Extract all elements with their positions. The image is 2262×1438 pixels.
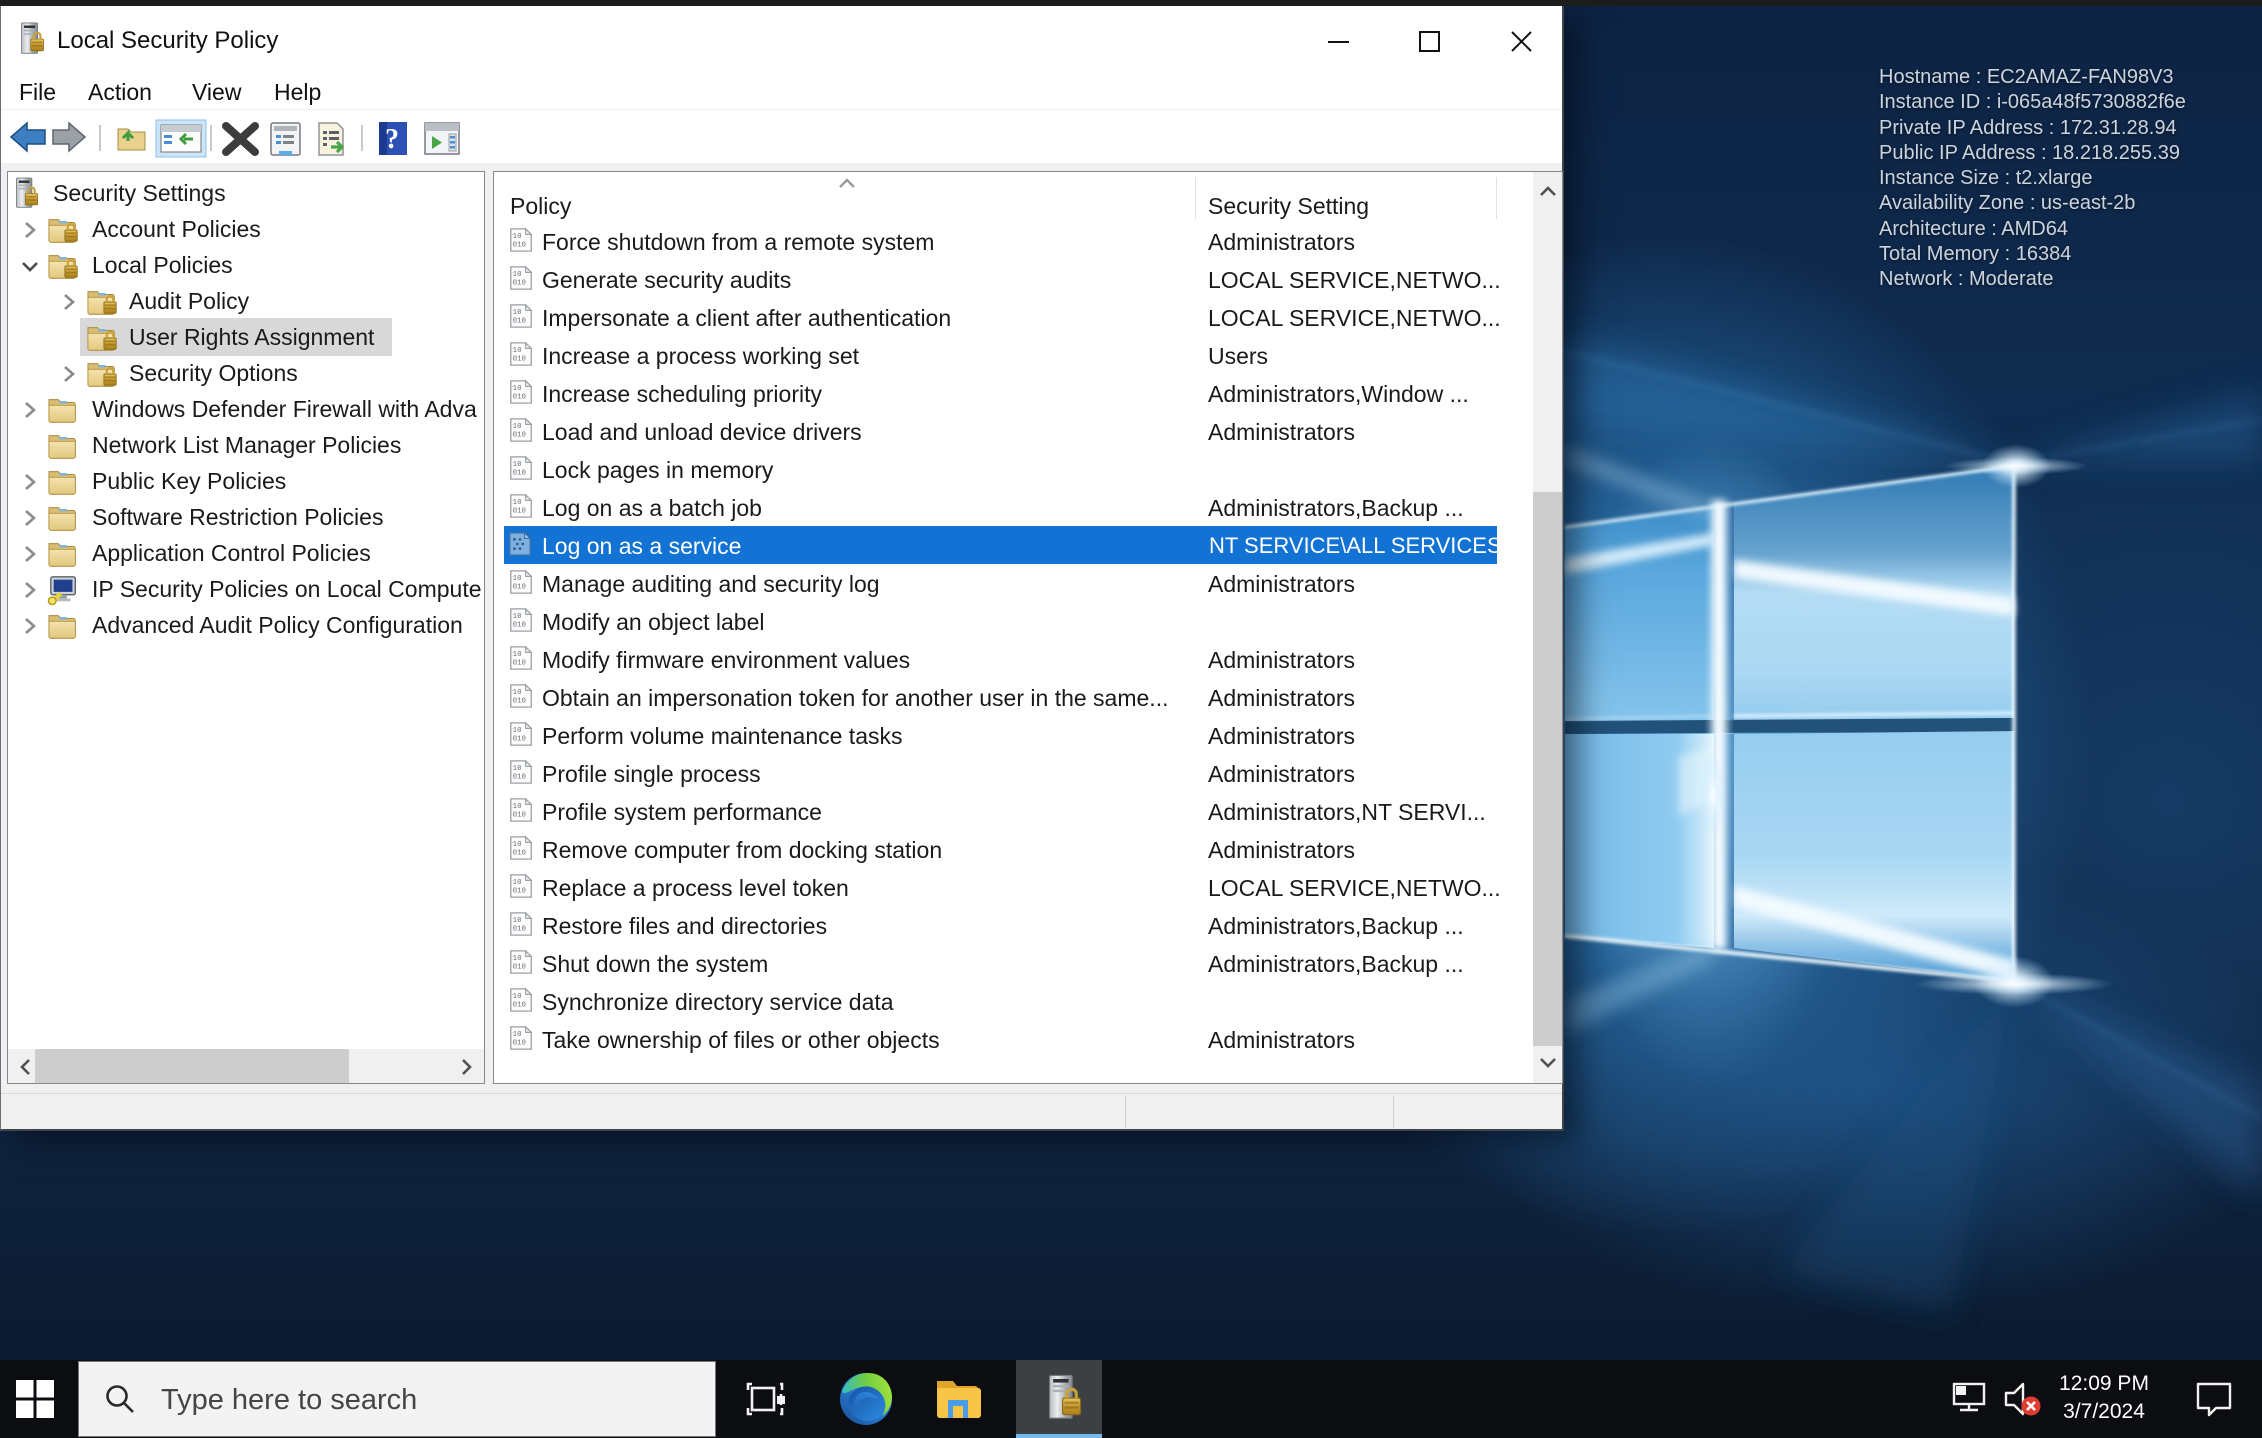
svg-text:?: ? <box>385 124 399 155</box>
